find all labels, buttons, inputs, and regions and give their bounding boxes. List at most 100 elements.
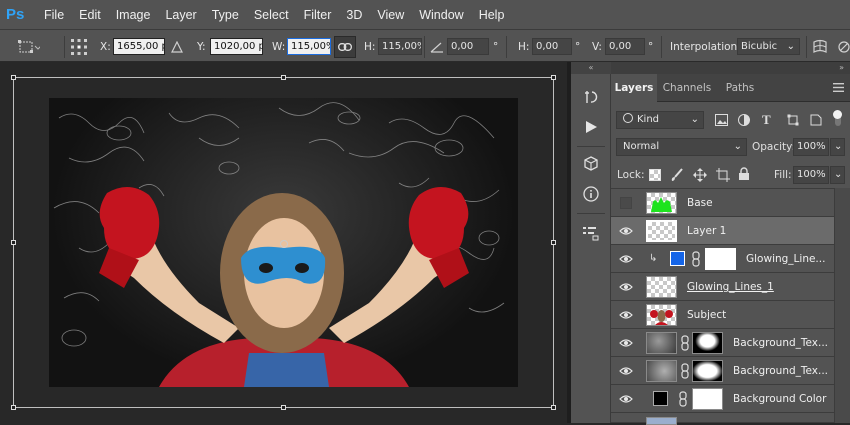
menu-edit[interactable]: Edit bbox=[79, 8, 101, 22]
transform-handle[interactable] bbox=[281, 405, 286, 410]
layers-scrollbar[interactable] bbox=[834, 188, 850, 423]
eye-icon[interactable] bbox=[619, 338, 633, 348]
rotate-unit: ° bbox=[493, 40, 499, 53]
transform-handle[interactable] bbox=[551, 75, 556, 80]
layer-row-subject[interactable]: Subject bbox=[611, 301, 834, 329]
w-label: W: bbox=[272, 40, 286, 53]
menu-filter[interactable]: Filter bbox=[304, 8, 332, 22]
eye-icon[interactable] bbox=[619, 366, 633, 376]
fill-dropdown-icon[interactable]: ⌄ bbox=[830, 166, 845, 184]
blend-mode-select[interactable]: Normal ⌄ bbox=[616, 138, 747, 156]
reference-point-icon[interactable] bbox=[70, 30, 88, 63]
tab-paths[interactable]: Paths bbox=[719, 74, 761, 102]
eye-icon[interactable] bbox=[619, 282, 633, 292]
chevron-down-icon: ⌄ bbox=[690, 114, 699, 125]
layer-row-glowing-lines[interactable]: ↳ Glowing_Line... bbox=[611, 245, 834, 273]
menu-file[interactable]: File bbox=[44, 8, 64, 22]
eye-icon[interactable] bbox=[619, 394, 633, 404]
fill-field[interactable]: 100% bbox=[793, 166, 829, 184]
x-position-field[interactable]: 1655,00 px bbox=[113, 38, 165, 55]
layer-row-layer-1[interactable]: Layer 1 bbox=[611, 217, 834, 245]
eye-icon[interactable] bbox=[619, 254, 633, 264]
transform-center-point[interactable] bbox=[280, 240, 288, 248]
filter-toggle-switch[interactable] bbox=[832, 110, 844, 129]
transform-handle[interactable] bbox=[281, 75, 286, 80]
x-label: X: bbox=[100, 40, 111, 53]
layer-thumbnail bbox=[646, 360, 677, 382]
warp-mode-icon[interactable] bbox=[811, 30, 829, 63]
lock-transparent-icon[interactable] bbox=[649, 169, 661, 181]
v-skew-field[interactable]: 0,00 bbox=[605, 38, 645, 55]
transform-handle[interactable] bbox=[11, 75, 16, 80]
h-skew-unit: ° bbox=[575, 40, 581, 53]
layer-thumbnail bbox=[646, 192, 677, 214]
h-skew-field[interactable]: 0,00 bbox=[532, 38, 572, 55]
layer-thumbnail bbox=[646, 304, 677, 326]
layer-name: Glowing_Line... bbox=[746, 253, 826, 265]
panel-menu-icon[interactable] bbox=[833, 82, 844, 95]
eye-icon[interactable] bbox=[619, 310, 633, 320]
transform-tool-icon[interactable] bbox=[18, 30, 40, 63]
menu-view[interactable]: View bbox=[377, 8, 404, 22]
document-canvas[interactable] bbox=[0, 62, 567, 423]
chain-link-icon bbox=[692, 251, 700, 270]
width-field[interactable]: 115,00% bbox=[287, 38, 331, 55]
filter-shape-icon[interactable] bbox=[787, 114, 799, 129]
interpolation-select[interactable]: Bicubic ⌄ bbox=[737, 38, 800, 55]
cancel-transform-icon[interactable] bbox=[838, 30, 850, 63]
transform-handle[interactable] bbox=[551, 405, 556, 410]
transform-handle[interactable] bbox=[11, 240, 16, 245]
layer-row-partial[interactable] bbox=[611, 413, 834, 425]
layer-row-background-texture-1[interactable]: Background_Tex... bbox=[611, 329, 834, 357]
filter-smart-object-icon[interactable] bbox=[810, 114, 822, 129]
lock-all-icon[interactable] bbox=[738, 167, 750, 184]
actions-play-icon[interactable] bbox=[580, 116, 602, 138]
transform-handle[interactable] bbox=[551, 240, 556, 245]
filter-pixel-icon[interactable] bbox=[715, 114, 728, 129]
collapse-panel-icon[interactable]: » bbox=[839, 62, 844, 74]
layer-name: Subject bbox=[687, 309, 727, 321]
clipping-arrow-icon: ↳ bbox=[649, 253, 658, 264]
filter-kind-select[interactable]: Kind ⌄ bbox=[616, 111, 704, 129]
lock-image-brush-icon[interactable] bbox=[670, 168, 684, 185]
3d-icon[interactable] bbox=[580, 153, 602, 175]
height-field[interactable]: 115,00% bbox=[378, 38, 422, 55]
layer-row-base[interactable]: Base bbox=[611, 189, 834, 217]
menu-select[interactable]: Select bbox=[254, 8, 289, 22]
rotate-field[interactable]: 0,00 bbox=[447, 38, 489, 55]
menu-bar: Ps File Edit Image Layer Type Select Fil… bbox=[0, 0, 850, 29]
layer-name: Layer 1 bbox=[687, 225, 727, 237]
link-icon[interactable] bbox=[334, 36, 356, 58]
layer-row-background-color[interactable]: Background Color bbox=[611, 385, 834, 413]
menu-help[interactable]: Help bbox=[479, 8, 505, 22]
properties-icon[interactable] bbox=[580, 222, 602, 244]
menu-layer[interactable]: Layer bbox=[165, 8, 196, 22]
chain-link-icon bbox=[679, 391, 687, 410]
layer-name: Background_Tex... bbox=[733, 365, 829, 377]
visibility-toggle-empty[interactable] bbox=[620, 197, 632, 209]
lock-artboard-icon[interactable] bbox=[716, 168, 730, 185]
layer-row-glowing-lines-1[interactable]: Glowing_Lines_1 bbox=[611, 273, 834, 301]
layer-row-background-texture-2[interactable]: Background_Tex... bbox=[611, 357, 834, 385]
y-position-field[interactable]: 1020,00 px bbox=[210, 38, 263, 55]
relative-position-icon[interactable] bbox=[171, 30, 183, 63]
chain-link-icon bbox=[681, 335, 689, 354]
layer-name: Background_Tex... bbox=[733, 337, 829, 349]
menu-type[interactable]: Type bbox=[212, 8, 239, 22]
menu-image[interactable]: Image bbox=[116, 8, 151, 22]
tab-layers[interactable]: Layers bbox=[611, 74, 657, 102]
menu-3d[interactable]: 3D bbox=[346, 8, 362, 22]
history-icon[interactable] bbox=[580, 86, 602, 108]
eye-icon[interactable] bbox=[619, 226, 633, 236]
opacity-field[interactable]: 100% bbox=[793, 138, 829, 156]
opacity-dropdown-icon[interactable]: ⌄ bbox=[830, 138, 845, 156]
lock-position-move-icon[interactable] bbox=[693, 168, 707, 185]
collapse-dock-icon[interactable]: « bbox=[571, 62, 611, 74]
interpolation-label: Interpolation: bbox=[670, 40, 741, 53]
menu-window[interactable]: Window bbox=[419, 8, 463, 22]
info-icon[interactable] bbox=[580, 183, 602, 205]
transform-handle[interactable] bbox=[11, 405, 16, 410]
filter-type-icon[interactable]: T bbox=[762, 112, 771, 128]
filter-adjustment-icon[interactable] bbox=[738, 114, 750, 129]
tab-channels[interactable]: Channels bbox=[659, 74, 715, 102]
